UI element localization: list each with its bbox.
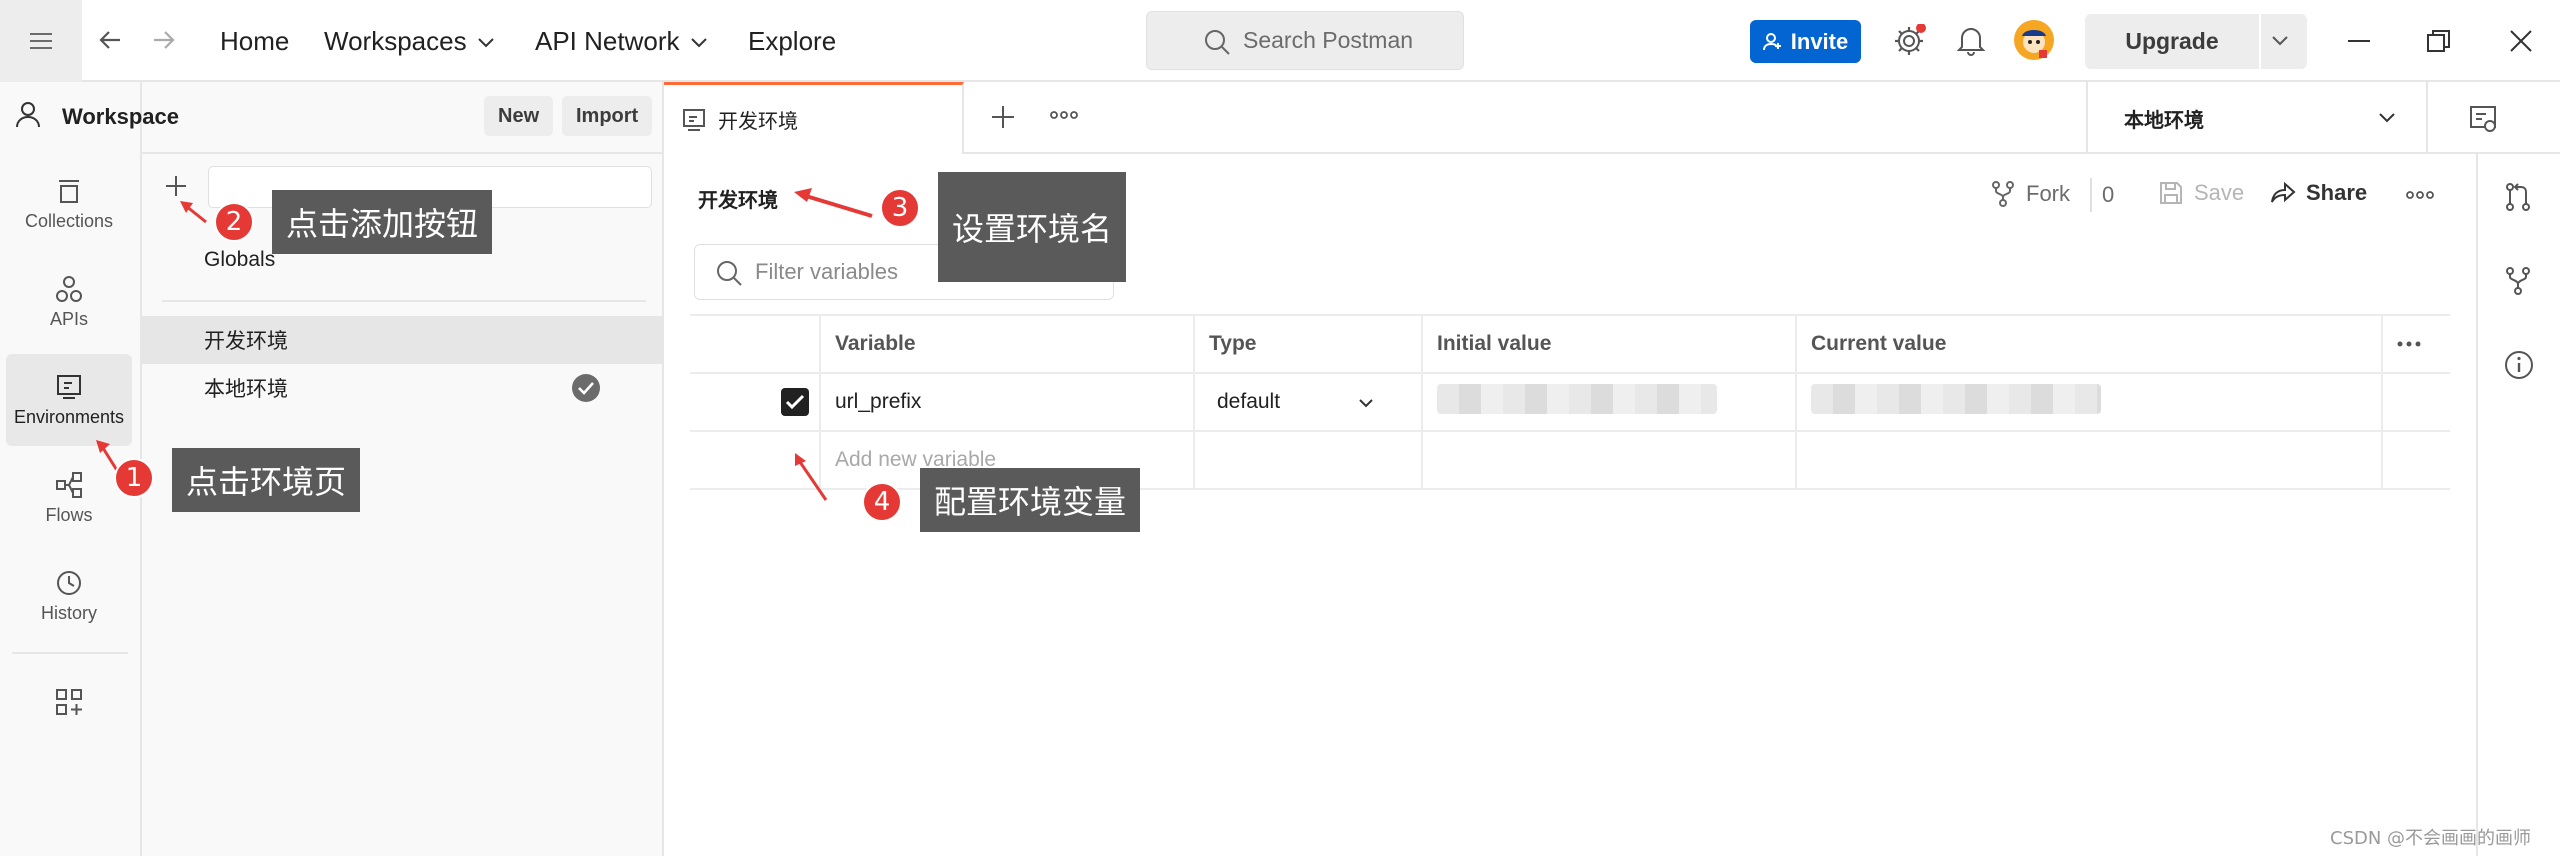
watermark: CSDN @不会画画的画师: [2330, 828, 2532, 849]
annotation-badge: 2: [214, 202, 254, 242]
annotation-arrows: [96, 188, 873, 501]
annotation-callout: 配置环境变量: [920, 468, 1141, 532]
annotation-callout: 设置环境名: [938, 172, 1127, 282]
annotation-callout: 点击添加按钮: [272, 190, 493, 254]
annotation-badge: 3: [880, 188, 920, 228]
annotation-badge: 4: [862, 482, 902, 522]
annotation-badge: 1: [114, 458, 154, 498]
annotation-callout: 点击环境页: [172, 448, 361, 512]
